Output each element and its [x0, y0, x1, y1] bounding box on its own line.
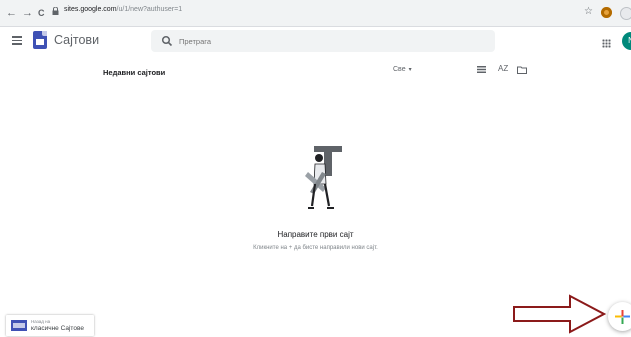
menu-icon[interactable]: [12, 36, 22, 45]
search-bar[interactable]: [151, 30, 495, 52]
plus-icon: [615, 310, 630, 324]
folder-icon[interactable]: [517, 66, 527, 74]
address-bar[interactable]: sites.google.com/u/1/new?authuser=1: [52, 4, 572, 21]
chevron-down-icon: ▾: [408, 67, 412, 73]
avatar[interactable]: N: [622, 32, 631, 50]
list-view-icon[interactable]: [477, 66, 486, 73]
owner-filter-label: Све: [393, 66, 406, 73]
empty-state-title: Направите први сајт: [277, 230, 354, 239]
reload-icon[interactable]: C: [38, 6, 45, 20]
search-icon[interactable]: [161, 35, 173, 47]
classic-sites-icon: [11, 320, 27, 331]
apps-grid-icon[interactable]: [602, 39, 611, 48]
forward-icon[interactable]: →: [22, 6, 33, 20]
url-text: sites.google.com/u/1/new?authuser=1: [64, 6, 182, 13]
classic-sites-line2: класичне Сајтове: [31, 325, 84, 332]
classic-sites-line1: Назад на: [31, 319, 51, 324]
star-icon[interactable]: ☆: [584, 6, 593, 18]
red-arrow-icon: [513, 294, 606, 334]
extension-icon[interactable]: [601, 7, 612, 18]
app-header: Сајтови N: [0, 27, 631, 57]
recent-sites-heading: Недавни сајтови: [103, 68, 166, 77]
sites-logo-icon[interactable]: [33, 31, 47, 49]
sort-az-icon[interactable]: AZ: [498, 64, 508, 73]
url-path: /u/1/new?authuser=1: [116, 6, 183, 13]
lock-icon: [52, 7, 59, 15]
url-host: sites.google.com: [64, 6, 117, 13]
empty-state-subtitle: Кликните на + да бисте направили нови са…: [253, 245, 378, 251]
create-site-button[interactable]: [608, 302, 631, 331]
browser-toolbar: ← → C sites.google.com/u/1/new?authuser=…: [0, 0, 631, 27]
app-title: Сајтови: [54, 33, 100, 47]
back-icon[interactable]: ←: [6, 6, 17, 20]
empty-state-illustration: [305, 146, 342, 209]
search-input[interactable]: [179, 30, 479, 52]
profile-extension-icon[interactable]: [620, 7, 631, 20]
classic-sites-link[interactable]: Назад на класичне Сајтове: [6, 315, 94, 336]
owner-filter-dropdown[interactable]: Све ▾: [393, 66, 412, 73]
